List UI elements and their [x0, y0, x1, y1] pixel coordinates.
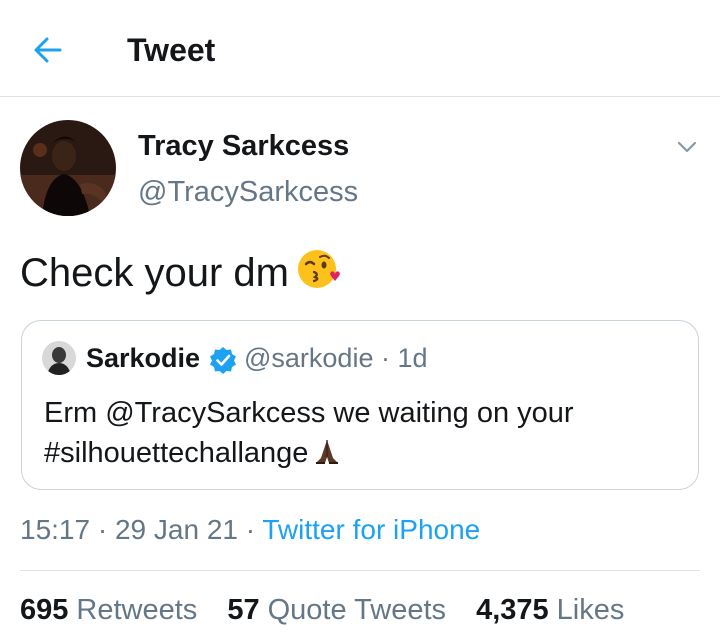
tweet-meta: 15:17 · 29 Jan 21 · Twitter for iPhone — [20, 512, 480, 548]
likes-label: Likes — [556, 594, 625, 626]
meta-separator: · — [245, 514, 256, 545]
quoted-tweet-body: Erm @TracySarkcess we waiting on your #s… — [44, 393, 684, 477]
quote-tweets-count: 57 — [227, 594, 260, 626]
quote-tweets-stat[interactable]: 57 Quote Tweets — [227, 594, 446, 626]
likes-count: 4,375 — [476, 594, 549, 626]
engagement-stats: 695 Retweets 57 Quote Tweets 4,375 Likes — [20, 592, 646, 628]
tweet-time[interactable]: 15:17 — [20, 514, 90, 545]
quoted-tweet-text: Erm @TracySarkcess we waiting on your #s… — [44, 397, 574, 469]
quoted-author-avatar[interactable] — [42, 341, 76, 375]
back-button[interactable] — [28, 30, 68, 70]
quoted-tweet-card[interactable]: Sarkodie @sarkodie · 1d Erm @TracySarkce… — [21, 320, 699, 490]
arrow-left-icon — [34, 37, 62, 63]
retweets-stat[interactable]: 695 Retweets — [20, 594, 197, 626]
quoted-age: 1d — [397, 343, 428, 373]
verified-badge-icon — [208, 345, 238, 375]
retweets-count: 695 — [20, 594, 69, 626]
divider — [20, 570, 700, 571]
quoted-author-name[interactable]: Sarkodie — [86, 341, 200, 375]
page-title: Tweet — [127, 32, 216, 68]
author-name[interactable]: Tracy Sarkcess — [138, 128, 349, 164]
quoted-meta: @sarkodie · 1d — [244, 341, 428, 375]
tweet-body: Check your dm — [20, 246, 341, 303]
face-blowing-kiss-emoji — [295, 246, 341, 303]
quote-tweets-label: Quote Tweets — [267, 594, 447, 626]
quoted-separator: · — [380, 343, 390, 373]
tweet-menu-button[interactable] — [672, 132, 702, 162]
meta-separator: · — [97, 514, 108, 545]
folded-hands-emoji — [312, 436, 342, 477]
tweet-text: Check your dm — [20, 251, 289, 295]
tweet-source-link[interactable]: Twitter for iPhone — [262, 514, 480, 545]
author-handle[interactable]: @TracySarkcess — [138, 174, 358, 210]
likes-stat[interactable]: 4,375 Likes — [476, 594, 624, 626]
chevron-down-icon — [677, 141, 697, 153]
retweets-label: Retweets — [76, 594, 198, 626]
author-avatar[interactable] — [20, 120, 116, 216]
tweet-date[interactable]: 29 Jan 21 — [115, 514, 238, 545]
top-bar: Tweet — [0, 0, 720, 97]
quoted-author-handle[interactable]: @sarkodie — [244, 343, 373, 373]
